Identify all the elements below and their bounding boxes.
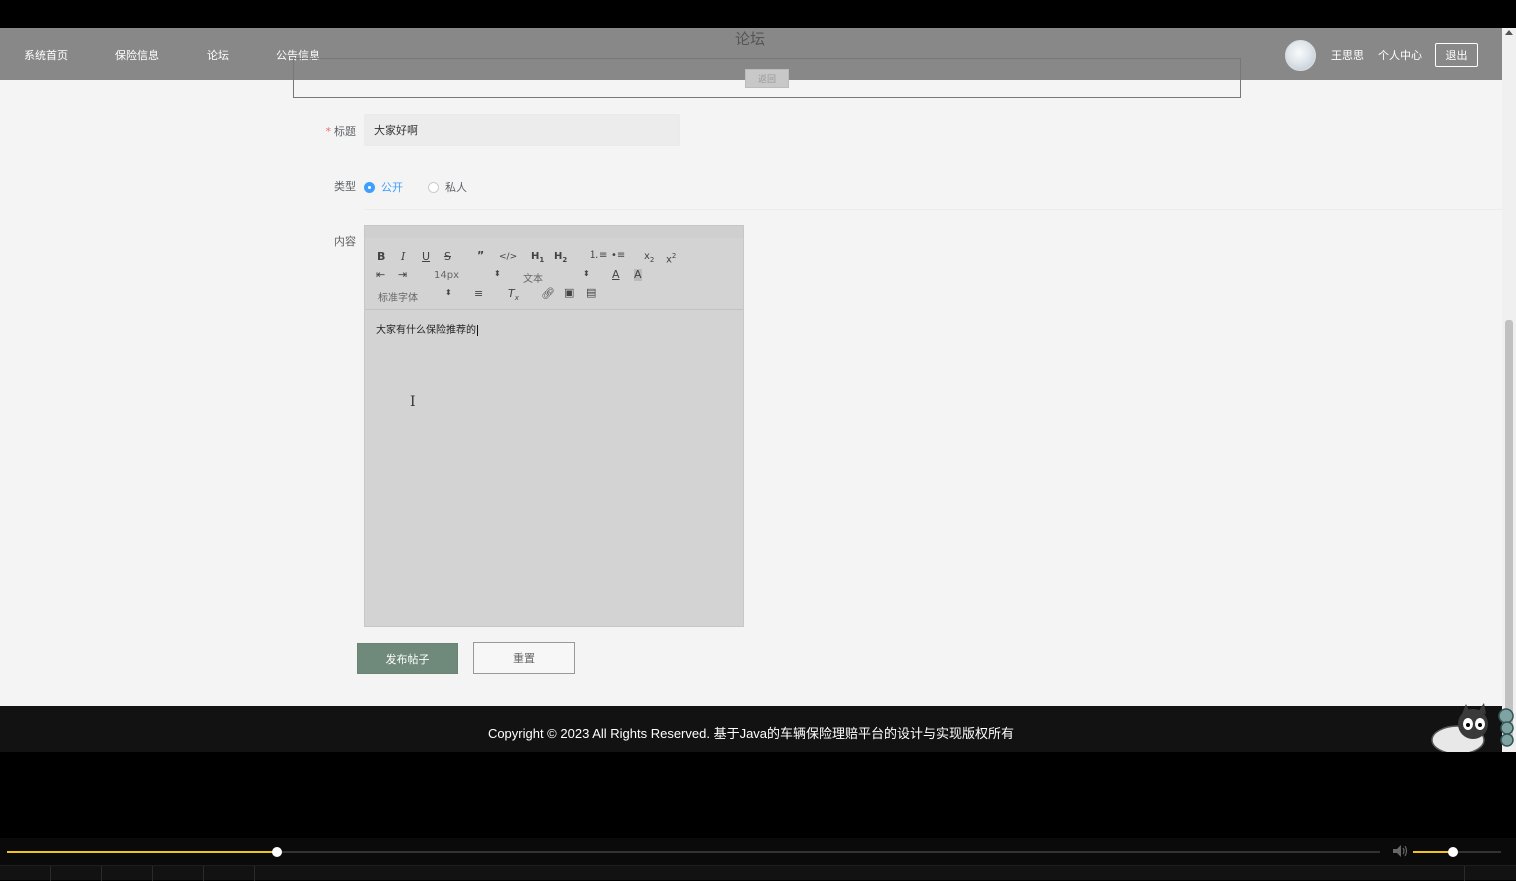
page-scrollbar[interactable] [1502, 28, 1516, 752]
ordered-list-icon[interactable]: ⒈≡ [589, 250, 607, 262]
content-label: 内容 [334, 235, 356, 248]
superscript-icon[interactable]: x2 [666, 250, 676, 266]
bold-icon[interactable]: B [377, 251, 385, 263]
profile-link[interactable]: 个人中心 [1378, 47, 1422, 63]
logout-button[interactable]: 退出 [1435, 43, 1478, 67]
scroll-up-icon[interactable] [1505, 30, 1513, 35]
indent-icon[interactable]: ⇥ [398, 269, 407, 281]
font-size-select[interactable]: 14px [434, 270, 459, 281]
volume-fill [1413, 851, 1453, 853]
progress-track[interactable] [7, 847, 1380, 857]
strip-divider [1464, 866, 1465, 881]
clear-format-icon[interactable]: Tx [508, 287, 519, 304]
radio-public[interactable]: 公开 [364, 179, 403, 195]
editor-content[interactable]: 大家有什么保险推荐的 [376, 321, 478, 336]
font-size-arrow-icon[interactable]: ⬍ [494, 269, 501, 278]
text-cursor-icon: I [410, 394, 416, 410]
align-icon[interactable]: ≡ [474, 288, 483, 300]
strip-divider [254, 866, 255, 881]
radio-private[interactable]: 私人 [428, 179, 467, 195]
bullet-list-icon[interactable]: •≡ [611, 250, 625, 262]
reset-button[interactable]: 重置 [473, 642, 575, 674]
link-icon[interactable]: 🔗︎ [541, 288, 555, 300]
editor-text: 大家有什么保险推荐的 [376, 325, 476, 336]
nav-home[interactable]: 系统首页 [24, 47, 68, 63]
italic-icon[interactable]: I [401, 251, 405, 263]
footer: Copyright © 2023 All Rights Reserved. 基于… [0, 706, 1502, 752]
title-label: * 标题 [320, 123, 357, 139]
copyright-text: Copyright © 2023 All Rights Reserved. 基于… [487, 726, 1015, 741]
required-star: * [325, 125, 332, 138]
row-divider [364, 209, 1502, 210]
nav-forum[interactable]: 论坛 [207, 47, 229, 63]
volume-icon[interactable] [1392, 844, 1408, 858]
image-icon[interactable]: ▣ [564, 287, 574, 299]
page-title: 论坛 [735, 30, 766, 48]
strip-divider [101, 866, 102, 881]
strip-divider [152, 866, 153, 881]
progress-knob[interactable] [272, 847, 283, 857]
header-arrow-icon[interactable]: ⬍ [583, 269, 590, 278]
volume-knob[interactable] [1447, 847, 1458, 857]
forum-post-page: 系统首页 保险信息 论坛 公告信息 论坛 王思思 个人中心 退出 返回 * 标题 … [0, 28, 1502, 706]
editor-toolbar-top [365, 226, 743, 238]
code-block-icon[interactable]: </> [499, 251, 517, 263]
avatar[interactable] [1285, 40, 1316, 71]
text-caret [477, 324, 478, 336]
radio-private-dot[interactable] [428, 181, 439, 193]
outdent-icon[interactable]: ⇤ [376, 269, 385, 281]
mascot-icon[interactable] [1428, 702, 1516, 752]
type-label: 类型 [334, 180, 356, 193]
video-icon[interactable]: ▤ [586, 287, 596, 299]
subscript-icon[interactable]: x2 [644, 251, 654, 266]
back-bar: 返回 [293, 58, 1241, 98]
title-label-text: 标题 [334, 125, 356, 138]
radio-public-label: 公开 [381, 181, 403, 194]
strip-divider [203, 866, 204, 881]
radio-public-dot[interactable] [364, 181, 375, 193]
scrollbar-thumb[interactable] [1505, 320, 1513, 745]
strike-icon[interactable]: S [444, 251, 451, 263]
background-color-icon[interactable]: A [634, 269, 642, 281]
font-family-arrow-icon[interactable]: ⬍ [445, 288, 452, 297]
header-select[interactable]: 文本 [523, 270, 543, 285]
radio-private-label: 私人 [445, 181, 467, 194]
volume-slider[interactable] [1413, 847, 1501, 857]
progress-fill [7, 851, 278, 853]
underline-icon[interactable]: U [422, 251, 430, 263]
title-input[interactable]: 大家好啊 [364, 114, 680, 146]
username: 王思思 [1331, 49, 1364, 62]
font-family-select[interactable]: 标准字体 [378, 289, 418, 304]
header-2-icon[interactable]: H2 [554, 251, 567, 266]
header-1-icon[interactable]: H1 [531, 251, 544, 266]
strip-divider [50, 866, 51, 881]
nav-insurance[interactable]: 保险信息 [115, 47, 159, 63]
font-color-icon[interactable]: A [612, 269, 620, 281]
blockquote-icon[interactable]: ” [477, 250, 484, 262]
submit-post-button[interactable]: 发布帖子 [357, 643, 458, 674]
rich-text-editor: B I U S ” </> H1 H2 ⒈≡ •≡ x2 x2 ⇤ ⇥ 14px… [364, 225, 744, 627]
player-controls-strip [0, 865, 1516, 881]
back-button[interactable]: 返回 [745, 69, 789, 88]
screen: 系统首页 保险信息 论坛 公告信息 论坛 王思思 个人中心 退出 返回 * 标题 … [0, 0, 1516, 881]
editor-toolbar: B I U S ” </> H1 H2 ⒈≡ •≡ x2 x2 ⇤ ⇥ 14px… [365, 238, 743, 310]
video-player-bar [0, 838, 1516, 881]
